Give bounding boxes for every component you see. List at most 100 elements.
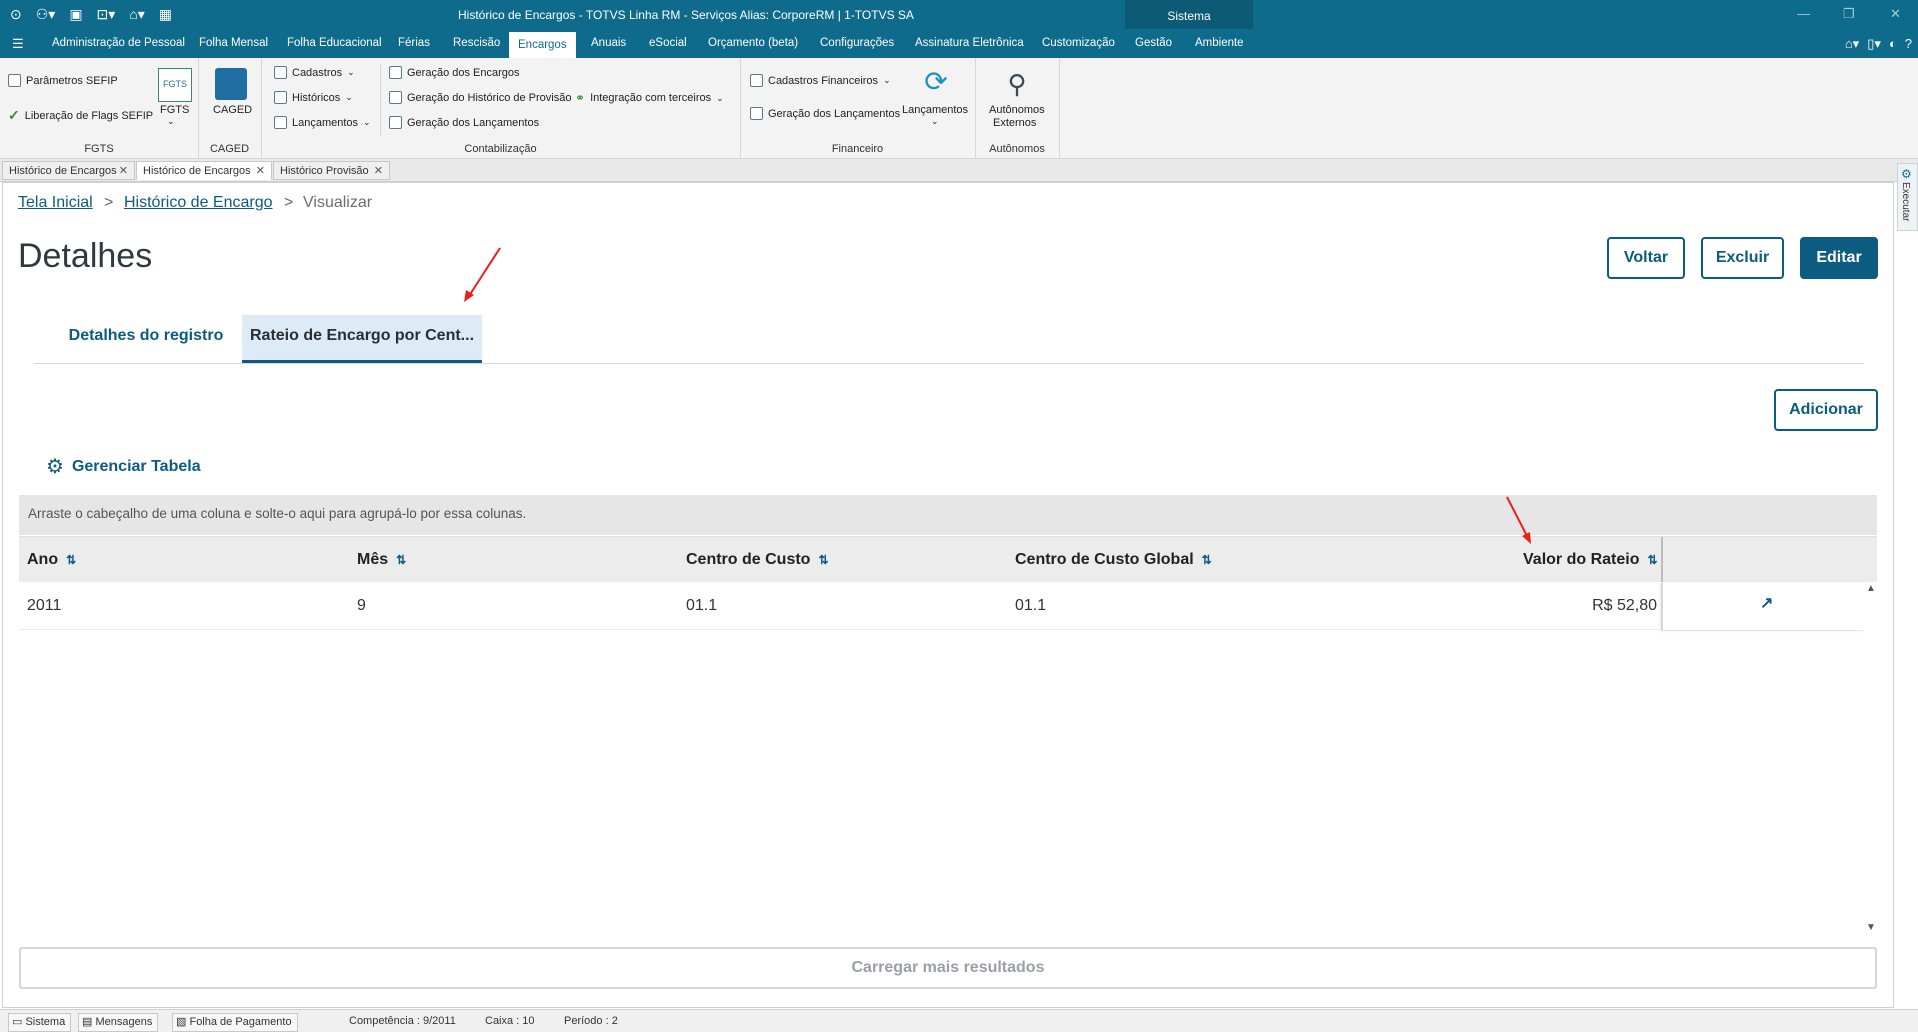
app-menu-icon[interactable]: ☰ (12, 36, 24, 52)
menu-item-esocial[interactable]: eSocial (640, 29, 696, 58)
status-mensagens[interactable]: ▤ Mensagens (78, 1013, 159, 1032)
voltar-button[interactable]: Voltar (1607, 237, 1685, 279)
scroll-down-icon[interactable]: ▼ (1866, 922, 1876, 933)
totvs-logo-icon[interactable]: ⊙ (10, 6, 22, 23)
doc-tab-historico-encargos-2[interactable]: Histórico de Encargos ✕ (136, 161, 272, 180)
help-icon[interactable]: ? (1905, 36, 1912, 51)
menu-item-administracao[interactable]: Administração de Pessoal (43, 29, 194, 58)
menu-item-encargos[interactable]: Encargos (509, 32, 576, 58)
liberacao-flags-button[interactable]: ✓ Liberação de Flags SEFIP (8, 107, 153, 124)
excluir-button[interactable]: Excluir (1701, 237, 1784, 279)
tab-detalhes-registro[interactable]: Detalhes do registro (60, 315, 232, 363)
window-icon[interactable]: ▣ (69, 6, 82, 23)
menu-item-ferias[interactable]: Férias (389, 29, 439, 58)
column-header-centro-custo-global[interactable]: Centro de Custo Global ⇅ (1015, 537, 1212, 582)
close-tab-icon[interactable]: ✕ (374, 162, 383, 181)
sort-icon[interactable]: ⇅ (396, 553, 406, 567)
menu-item-ambiente[interactable]: Ambiente (1186, 29, 1253, 58)
menu-item-rescisao[interactable]: Rescisão (444, 29, 509, 58)
menu-item-configuracoes[interactable]: Configurações (811, 29, 903, 58)
sort-icon[interactable]: ⇅ (1647, 553, 1657, 567)
calculator-icon[interactable]: ▦ (159, 6, 172, 23)
load-more-button[interactable]: Carregar mais resultados (19, 947, 1877, 989)
adicionar-button[interactable]: Adicionar (1774, 389, 1878, 431)
document-tabs: Histórico de Encargos ✕ Histórico de Enca… (0, 159, 1918, 182)
restore-icon[interactable]: ❐ (1843, 6, 1855, 22)
page-title: Detalhes (18, 237, 153, 275)
status-periodo: Período : 2 (564, 1015, 618, 1027)
open-record-icon[interactable]: ↗ (1760, 593, 1773, 613)
geracao-lancamentos-fin-button[interactable]: Geração dos Lançamentos (750, 107, 900, 120)
window-layout-icon[interactable]: ▯▾ (1867, 36, 1881, 52)
annotation-arrow-valor (1506, 496, 1531, 544)
scroll-up-icon[interactable]: ▲ (1866, 583, 1876, 594)
group-label-contabilizacao: Contabilização (464, 143, 537, 155)
geracao-lancamentos-button[interactable]: Geração dos Lançamentos (389, 116, 539, 129)
sort-icon[interactable]: ⇅ (818, 553, 828, 567)
menu-item-assinatura[interactable]: Assinatura Eletrônica (906, 29, 1033, 58)
menu-item-orcamento[interactable]: Orçamento (beta) (699, 29, 807, 58)
menu-item-gestao[interactable]: Gestão (1126, 29, 1181, 58)
lancamentos-button[interactable]: Lançamentos ⌄ (274, 116, 371, 129)
group-label-autonomos: Autônomos (989, 143, 1045, 155)
fgts-dropdown-chevron-icon[interactable]: ⌄ (167, 116, 175, 127)
group-by-drop-zone[interactable]: Arraste o cabeçalho de uma coluna e solt… (19, 495, 1877, 535)
column-header-mes[interactable]: Mês ⇅ (357, 537, 406, 582)
status-bar: ▭ Sistema ▤ Mensagens ▧ Folha de Pagamen… (0, 1009, 1918, 1032)
cell-centro-custo-global: 01.1 (1015, 597, 1047, 614)
breadcrumb-home-link[interactable]: Tela Inicial (18, 194, 93, 212)
sort-icon[interactable]: ⇅ (66, 553, 76, 567)
minimize-icon[interactable]: — (1797, 6, 1810, 21)
historicos-icon (274, 91, 287, 104)
geracao-historico-provisao-button[interactable]: Geração do Histórico de Provisão (389, 91, 571, 104)
ribbon: Parâmetros SEFIP ✓ Liberação de Flags SE… (0, 58, 1918, 159)
autonomos-button-line1[interactable]: Autônomos (989, 104, 1045, 116)
message-icon: ▤ (82, 1016, 93, 1028)
status-folha[interactable]: ▧ Folha de Pagamento (172, 1013, 298, 1032)
cadastros-financeiros-button[interactable]: Cadastros Financeiros ⌄ (750, 74, 891, 87)
autonomos-button-line2[interactable]: Externos (993, 117, 1036, 129)
doc-tab-historico-encargos-1[interactable]: Histórico de Encargos ✕ (2, 161, 135, 180)
tab-rateio-encargo[interactable]: Rateio de Encargo por Cent... (242, 315, 482, 363)
integracao-terceiros-button[interactable]: ⚭ Integração com terceiros ⌄ (575, 91, 724, 105)
executar-side-panel[interactable]: ⚙ Executar (1897, 163, 1918, 231)
home-icon[interactable]: ⌂▾ (129, 6, 144, 23)
breadcrumb-current: Visualizar (303, 194, 373, 211)
doc-tab-historico-provisao[interactable]: Histórico Provisão ✕ (273, 161, 390, 180)
menu-item-folha-mensal[interactable]: Folha Mensal (190, 29, 277, 58)
close-tab-icon[interactable]: ✕ (256, 162, 265, 181)
lancamentos-fin-button[interactable]: Lançamentos (902, 104, 968, 116)
column-header-ano[interactable]: Ano ⇅ (27, 537, 76, 582)
column-header-valor-rateio[interactable]: Valor do Rateio ⇅ (1523, 537, 1658, 582)
users-icon[interactable]: ⚇▾ (36, 6, 56, 23)
close-tab-icon[interactable]: ✕ (119, 162, 128, 181)
column-header-centro-custo[interactable]: Centro de Custo ⇅ (686, 537, 829, 582)
cadastros-button[interactable]: Cadastros ⌄ (274, 66, 355, 79)
caged-button[interactable]: CAGED (213, 104, 252, 116)
editar-button[interactable]: Editar (1800, 237, 1878, 279)
collapse-ribbon-icon[interactable]: ⌂▾ (1845, 36, 1859, 52)
geracao-encargos-button[interactable]: Geração dos Encargos (389, 66, 520, 79)
status-sistema[interactable]: ▭ Sistema (8, 1013, 72, 1032)
close-icon[interactable]: ✕ (1890, 6, 1901, 22)
menu-item-folha-educacional[interactable]: Folha Educacional (278, 29, 391, 58)
integration-icon: ⚭ (575, 91, 586, 105)
settings-window-icon[interactable]: ⊡▾ (97, 6, 116, 23)
fgts-button[interactable]: FGTS (160, 104, 189, 116)
breadcrumb-parent-link[interactable]: Histórico de Encargo (124, 194, 273, 212)
column-divider[interactable] (1661, 537, 1663, 582)
ribbon-group-contabilizacao: Cadastros ⌄ Históricos ⌄ Lançamentos ⌄ G… (261, 58, 741, 158)
sort-icon[interactable]: ⇅ (1202, 553, 1212, 567)
cell-valor-rateio: R$ 52,80 (1592, 597, 1657, 614)
historicos-button[interactable]: Históricos ⌄ (274, 91, 353, 104)
gerenciar-tabela-button[interactable]: ⚙ Gerenciar Tabela (46, 454, 201, 479)
status-competencia: Competência : 9/2011 (349, 1015, 456, 1027)
lancamentos-dropdown-chevron-icon[interactable]: ⌄ (931, 116, 939, 127)
parametros-sefip-button[interactable]: Parâmetros SEFIP (8, 74, 118, 87)
theme-icon[interactable]: ◐ (1889, 36, 1897, 51)
menu-item-customizacao[interactable]: Customização (1033, 29, 1124, 58)
menu-item-anuais[interactable]: Anuais (582, 29, 635, 58)
cell-centro-custo: 01.1 (686, 597, 718, 614)
table-header: Ano ⇅ Mês ⇅ Centro de Custo ⇅ Centro de Cus… (19, 536, 1877, 582)
generate-icon (389, 116, 402, 129)
